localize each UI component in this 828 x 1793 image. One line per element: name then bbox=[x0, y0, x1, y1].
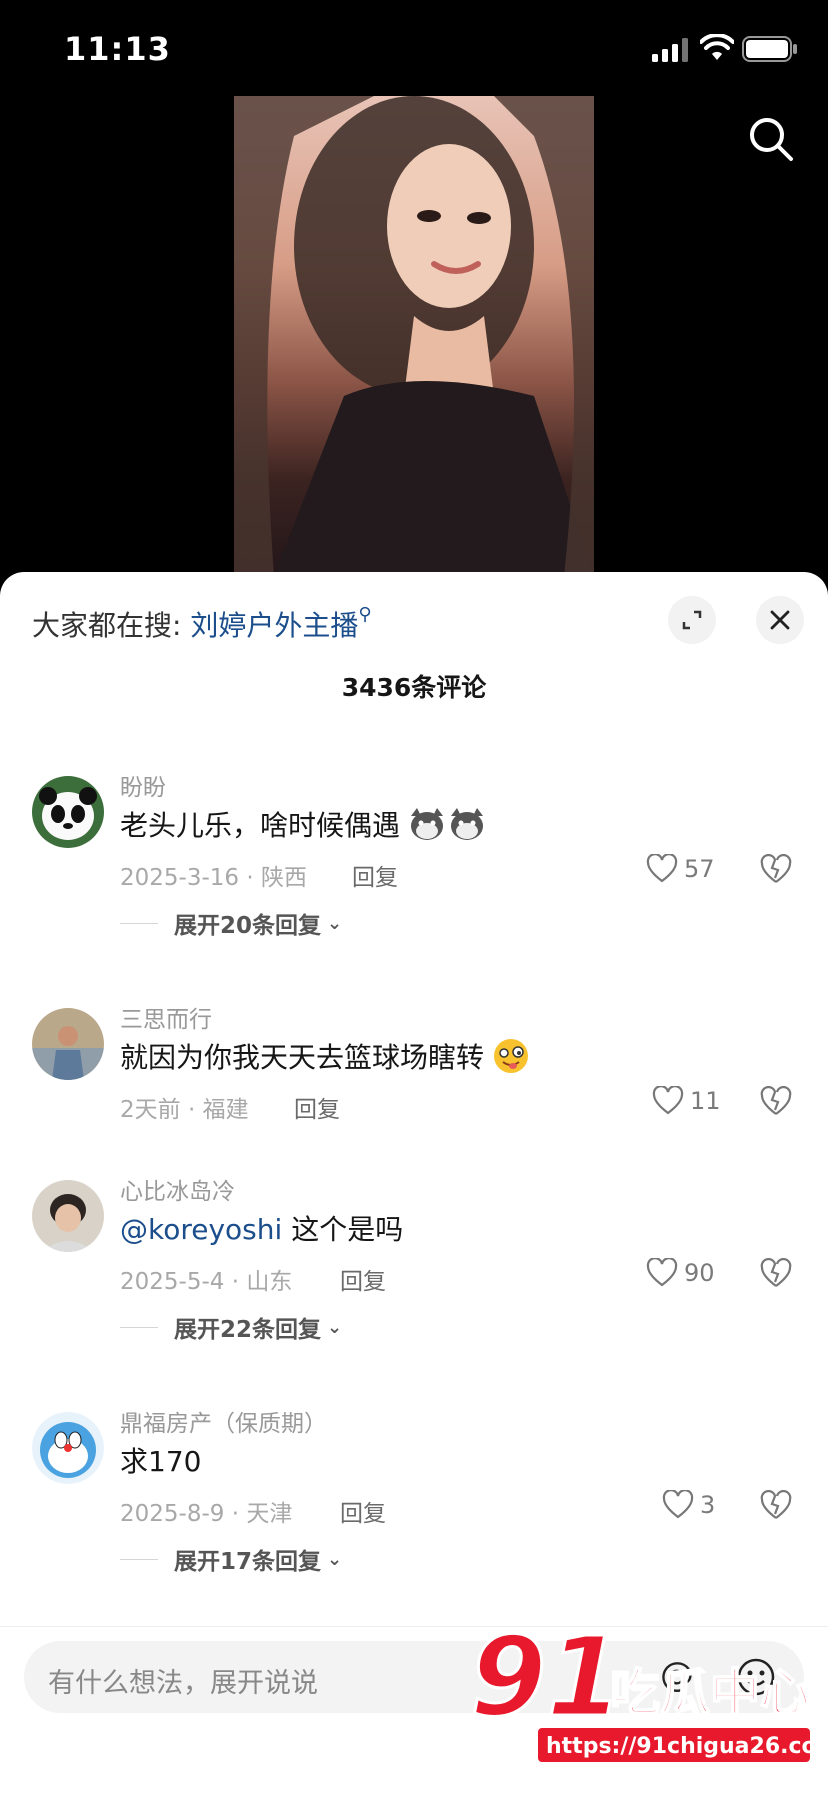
watermark-logo: 91 吃瓜中心 https://91chigua26.com bbox=[469, 1612, 828, 1762]
comment-meta: 2025-3-16 · 陕西 bbox=[120, 865, 307, 891]
comment-text: @koreyoshi 这个是吗 bbox=[120, 1208, 403, 1248]
comment-text-body: 这个是吗 bbox=[282, 1213, 404, 1246]
cellular-signal-icon bbox=[652, 38, 688, 62]
like-button[interactable]: 3 bbox=[662, 1490, 715, 1520]
comment-username[interactable]: 心比冰岛冷 bbox=[120, 1172, 235, 1206]
chevron-down-icon: ⌄ bbox=[327, 1316, 343, 1338]
drooling-emoji-icon bbox=[493, 1038, 529, 1081]
divider bbox=[120, 1326, 158, 1328]
avatar[interactable] bbox=[32, 776, 104, 848]
comment-text-body: 就因为你我天天去篮球场瞎转 bbox=[120, 1041, 485, 1074]
comment-username[interactable]: 鼎福房产（保质期） bbox=[120, 1404, 327, 1438]
search-suggestion-prefix: 大家都在搜: bbox=[32, 609, 182, 642]
search-icon[interactable] bbox=[746, 114, 796, 164]
expand-replies-label: 展开17条回复 bbox=[174, 1549, 322, 1575]
reply-button[interactable]: 回复 bbox=[352, 858, 398, 892]
status-time: 11:13 bbox=[64, 30, 171, 68]
search-suggestion-keyword[interactable]: 刘婷户外主播 bbox=[190, 609, 358, 642]
like-button[interactable]: 11 bbox=[652, 1086, 721, 1116]
comment-text-body: 老头儿乐，啥时候偶遇 bbox=[120, 809, 401, 842]
expand-sheet-button[interactable] bbox=[668, 596, 716, 644]
comment-sheet: 大家都在搜: 刘婷户外主播⚲ 3436条评论 盼盼 老头儿乐，啥时候偶遇 202… bbox=[0, 572, 828, 1792]
expand-replies-label: 展开22条回复 bbox=[174, 1317, 322, 1343]
cat-emoji-icon bbox=[409, 806, 485, 849]
close-icon bbox=[770, 610, 790, 630]
expand-replies-button[interactable]: 展开17条回复 ⌄ bbox=[120, 1542, 342, 1576]
comment-username[interactable]: 盼盼 bbox=[120, 768, 166, 802]
heart-icon bbox=[652, 1086, 684, 1115]
divider bbox=[120, 922, 158, 924]
dislike-icon[interactable] bbox=[760, 1490, 792, 1522]
like-count: 57 bbox=[684, 855, 715, 883]
chevron-down-icon: ⌄ bbox=[327, 1548, 343, 1570]
close-button[interactable] bbox=[756, 596, 804, 644]
reply-button[interactable]: 回复 bbox=[340, 1494, 386, 1528]
like-button[interactable]: 57 bbox=[646, 854, 715, 884]
watermark: 91 吃瓜中心 https://91chigua26.com bbox=[469, 1612, 828, 1770]
like-button[interactable]: 90 bbox=[646, 1258, 715, 1288]
dislike-icon[interactable] bbox=[760, 1258, 792, 1290]
comment-input-placeholder: 有什么想法，展开说说 bbox=[48, 1668, 318, 1699]
expand-replies-label: 展开20条回复 bbox=[174, 913, 322, 939]
heart-icon bbox=[662, 1490, 694, 1519]
comment-meta: 2天前 · 福建 bbox=[120, 1097, 249, 1123]
divider bbox=[120, 1558, 158, 1560]
avatar[interactable] bbox=[32, 1412, 104, 1484]
comment-username[interactable]: 三思而行 bbox=[120, 1000, 212, 1034]
heart-icon bbox=[646, 854, 678, 883]
like-count: 11 bbox=[690, 1087, 721, 1115]
comment-meta: 2025-5-4 · 山东 bbox=[120, 1269, 293, 1295]
reply-button[interactable]: 回复 bbox=[294, 1090, 340, 1124]
wifi-icon bbox=[700, 34, 734, 60]
heart-icon bbox=[646, 1258, 678, 1287]
svg-text:https://91chigua26.com: https://91chigua26.com bbox=[546, 1734, 820, 1759]
comment-text: 求170 bbox=[120, 1445, 202, 1478]
dislike-icon[interactable] bbox=[760, 854, 792, 886]
like-count: 90 bbox=[684, 1259, 715, 1287]
svg-text:91: 91 bbox=[470, 1620, 623, 1741]
avatar[interactable] bbox=[32, 1180, 104, 1252]
battery-icon bbox=[742, 36, 797, 62]
video-player[interactable] bbox=[0, 96, 828, 576]
user-mention-link[interactable]: @koreyoshi bbox=[120, 1213, 282, 1246]
expand-icon bbox=[682, 610, 702, 630]
svg-text:吃瓜中心: 吃瓜中心 bbox=[610, 1664, 810, 1722]
chevron-down-icon: ⌄ bbox=[327, 912, 343, 934]
like-count: 3 bbox=[700, 1491, 716, 1519]
small-search-icon: ⚲ bbox=[358, 604, 372, 625]
comment-count: 3436条评论 bbox=[341, 673, 487, 702]
status-bar: 11:13 bbox=[0, 0, 828, 96]
reply-button[interactable]: 回复 bbox=[340, 1262, 386, 1296]
video-thumbnail bbox=[234, 96, 594, 576]
dislike-icon[interactable] bbox=[760, 1086, 792, 1118]
expand-replies-button[interactable]: 展开22条回复 ⌄ bbox=[120, 1310, 342, 1344]
comment-text: 就因为你我天天去篮球场瞎转 bbox=[120, 1036, 529, 1081]
search-suggestion[interactable]: 大家都在搜: 刘婷户外主播⚲ bbox=[32, 604, 372, 644]
comment-meta: 2025-8-9 · 天津 bbox=[120, 1501, 293, 1527]
expand-replies-button[interactable]: 展开20条回复 ⌄ bbox=[120, 906, 342, 940]
comment-text: 老头儿乐，啥时候偶遇 bbox=[120, 804, 485, 849]
avatar[interactable] bbox=[32, 1008, 104, 1080]
